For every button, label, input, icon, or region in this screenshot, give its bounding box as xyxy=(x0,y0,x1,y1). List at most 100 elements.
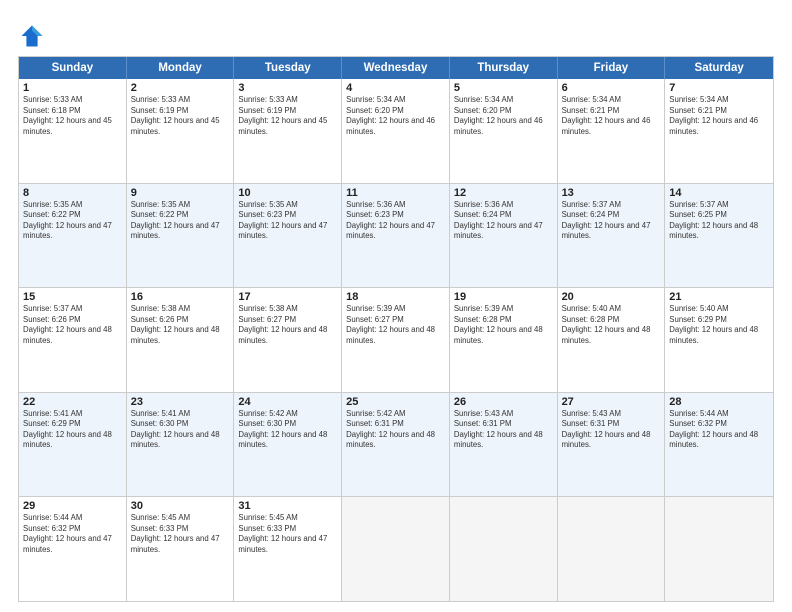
cell-text: Sunrise: 5:34 AM Sunset: 6:21 PM Dayligh… xyxy=(562,95,661,137)
day-number: 10 xyxy=(238,187,337,199)
day-number: 9 xyxy=(131,187,230,199)
day-number: 25 xyxy=(346,396,445,408)
day-number: 24 xyxy=(238,396,337,408)
cell-text: Sunrise: 5:41 AM Sunset: 6:29 PM Dayligh… xyxy=(23,409,122,451)
calendar-cell: 6 Sunrise: 5:34 AM Sunset: 6:21 PM Dayli… xyxy=(558,79,666,183)
calendar-body: 1 Sunrise: 5:33 AM Sunset: 6:18 PM Dayli… xyxy=(19,79,773,601)
header xyxy=(18,18,774,50)
day-number: 11 xyxy=(346,187,445,199)
day-number: 5 xyxy=(454,82,553,94)
calendar-cell: 22 Sunrise: 5:41 AM Sunset: 6:29 PM Dayl… xyxy=(19,393,127,497)
day-number: 22 xyxy=(23,396,122,408)
calendar-row-2: 15 Sunrise: 5:37 AM Sunset: 6:26 PM Dayl… xyxy=(19,287,773,392)
cell-text: Sunrise: 5:36 AM Sunset: 6:23 PM Dayligh… xyxy=(346,200,445,242)
calendar-cell: 18 Sunrise: 5:39 AM Sunset: 6:27 PM Dayl… xyxy=(342,288,450,392)
header-day-monday: Monday xyxy=(127,57,235,79)
cell-text: Sunrise: 5:38 AM Sunset: 6:27 PM Dayligh… xyxy=(238,304,337,346)
day-number: 27 xyxy=(562,396,661,408)
day-number: 21 xyxy=(669,291,769,303)
cell-text: Sunrise: 5:35 AM Sunset: 6:22 PM Dayligh… xyxy=(23,200,122,242)
calendar-cell: 4 Sunrise: 5:34 AM Sunset: 6:20 PM Dayli… xyxy=(342,79,450,183)
calendar-cell: 3 Sunrise: 5:33 AM Sunset: 6:19 PM Dayli… xyxy=(234,79,342,183)
cell-text: Sunrise: 5:33 AM Sunset: 6:18 PM Dayligh… xyxy=(23,95,122,137)
calendar-cell: 19 Sunrise: 5:39 AM Sunset: 6:28 PM Dayl… xyxy=(450,288,558,392)
day-number: 4 xyxy=(346,82,445,94)
calendar-cell: 17 Sunrise: 5:38 AM Sunset: 6:27 PM Dayl… xyxy=(234,288,342,392)
day-number: 13 xyxy=(562,187,661,199)
header-day-saturday: Saturday xyxy=(665,57,773,79)
day-number: 3 xyxy=(238,82,337,94)
day-number: 6 xyxy=(562,82,661,94)
calendar-cell: 7 Sunrise: 5:34 AM Sunset: 6:21 PM Dayli… xyxy=(665,79,773,183)
calendar-cell: 23 Sunrise: 5:41 AM Sunset: 6:30 PM Dayl… xyxy=(127,393,235,497)
calendar-row-3: 22 Sunrise: 5:41 AM Sunset: 6:29 PM Dayl… xyxy=(19,392,773,497)
day-number: 14 xyxy=(669,187,769,199)
header-day-tuesday: Tuesday xyxy=(234,57,342,79)
cell-text: Sunrise: 5:34 AM Sunset: 6:20 PM Dayligh… xyxy=(454,95,553,137)
day-number: 17 xyxy=(238,291,337,303)
day-number: 2 xyxy=(131,82,230,94)
cell-text: Sunrise: 5:35 AM Sunset: 6:23 PM Dayligh… xyxy=(238,200,337,242)
cell-text: Sunrise: 5:33 AM Sunset: 6:19 PM Dayligh… xyxy=(238,95,337,137)
day-number: 20 xyxy=(562,291,661,303)
calendar-cell xyxy=(342,497,450,601)
calendar-cell xyxy=(665,497,773,601)
cell-text: Sunrise: 5:43 AM Sunset: 6:31 PM Dayligh… xyxy=(454,409,553,451)
cell-text: Sunrise: 5:40 AM Sunset: 6:29 PM Dayligh… xyxy=(669,304,769,346)
calendar-cell: 14 Sunrise: 5:37 AM Sunset: 6:25 PM Dayl… xyxy=(665,184,773,288)
calendar-cell xyxy=(558,497,666,601)
calendar-cell: 11 Sunrise: 5:36 AM Sunset: 6:23 PM Dayl… xyxy=(342,184,450,288)
calendar-cell: 10 Sunrise: 5:35 AM Sunset: 6:23 PM Dayl… xyxy=(234,184,342,288)
page: SundayMondayTuesdayWednesdayThursdayFrid… xyxy=(0,0,792,612)
day-number: 8 xyxy=(23,187,122,199)
day-number: 28 xyxy=(669,396,769,408)
calendar-cell: 13 Sunrise: 5:37 AM Sunset: 6:24 PM Dayl… xyxy=(558,184,666,288)
calendar-cell: 16 Sunrise: 5:38 AM Sunset: 6:26 PM Dayl… xyxy=(127,288,235,392)
cell-text: Sunrise: 5:43 AM Sunset: 6:31 PM Dayligh… xyxy=(562,409,661,451)
header-day-sunday: Sunday xyxy=(19,57,127,79)
calendar: SundayMondayTuesdayWednesdayThursdayFrid… xyxy=(18,56,774,602)
cell-text: Sunrise: 5:39 AM Sunset: 6:28 PM Dayligh… xyxy=(454,304,553,346)
calendar-cell: 30 Sunrise: 5:45 AM Sunset: 6:33 PM Dayl… xyxy=(127,497,235,601)
calendar-cell: 15 Sunrise: 5:37 AM Sunset: 6:26 PM Dayl… xyxy=(19,288,127,392)
calendar-cell: 24 Sunrise: 5:42 AM Sunset: 6:30 PM Dayl… xyxy=(234,393,342,497)
cell-text: Sunrise: 5:45 AM Sunset: 6:33 PM Dayligh… xyxy=(131,513,230,555)
calendar-cell: 29 Sunrise: 5:44 AM Sunset: 6:32 PM Dayl… xyxy=(19,497,127,601)
day-number: 15 xyxy=(23,291,122,303)
calendar-row-1: 8 Sunrise: 5:35 AM Sunset: 6:22 PM Dayli… xyxy=(19,183,773,288)
cell-text: Sunrise: 5:42 AM Sunset: 6:30 PM Dayligh… xyxy=(238,409,337,451)
calendar-cell xyxy=(450,497,558,601)
cell-text: Sunrise: 5:42 AM Sunset: 6:31 PM Dayligh… xyxy=(346,409,445,451)
cell-text: Sunrise: 5:37 AM Sunset: 6:25 PM Dayligh… xyxy=(669,200,769,242)
calendar-cell: 1 Sunrise: 5:33 AM Sunset: 6:18 PM Dayli… xyxy=(19,79,127,183)
logo xyxy=(18,22,48,50)
cell-text: Sunrise: 5:33 AM Sunset: 6:19 PM Dayligh… xyxy=(131,95,230,137)
cell-text: Sunrise: 5:37 AM Sunset: 6:24 PM Dayligh… xyxy=(562,200,661,242)
day-number: 26 xyxy=(454,396,553,408)
cell-text: Sunrise: 5:39 AM Sunset: 6:27 PM Dayligh… xyxy=(346,304,445,346)
calendar-row-4: 29 Sunrise: 5:44 AM Sunset: 6:32 PM Dayl… xyxy=(19,496,773,601)
header-day-wednesday: Wednesday xyxy=(342,57,450,79)
calendar-cell: 5 Sunrise: 5:34 AM Sunset: 6:20 PM Dayli… xyxy=(450,79,558,183)
header-day-friday: Friday xyxy=(558,57,666,79)
day-number: 18 xyxy=(346,291,445,303)
calendar-cell: 9 Sunrise: 5:35 AM Sunset: 6:22 PM Dayli… xyxy=(127,184,235,288)
cell-text: Sunrise: 5:35 AM Sunset: 6:22 PM Dayligh… xyxy=(131,200,230,242)
day-number: 31 xyxy=(238,500,337,512)
day-number: 23 xyxy=(131,396,230,408)
cell-text: Sunrise: 5:37 AM Sunset: 6:26 PM Dayligh… xyxy=(23,304,122,346)
day-number: 7 xyxy=(669,82,769,94)
calendar-cell: 21 Sunrise: 5:40 AM Sunset: 6:29 PM Dayl… xyxy=(665,288,773,392)
calendar-header: SundayMondayTuesdayWednesdayThursdayFrid… xyxy=(19,57,773,79)
logo-icon xyxy=(18,22,46,50)
day-number: 30 xyxy=(131,500,230,512)
day-number: 19 xyxy=(454,291,553,303)
calendar-cell: 28 Sunrise: 5:44 AM Sunset: 6:32 PM Dayl… xyxy=(665,393,773,497)
cell-text: Sunrise: 5:38 AM Sunset: 6:26 PM Dayligh… xyxy=(131,304,230,346)
calendar-cell: 31 Sunrise: 5:45 AM Sunset: 6:33 PM Dayl… xyxy=(234,497,342,601)
calendar-cell: 26 Sunrise: 5:43 AM Sunset: 6:31 PM Dayl… xyxy=(450,393,558,497)
calendar-cell: 2 Sunrise: 5:33 AM Sunset: 6:19 PM Dayli… xyxy=(127,79,235,183)
day-number: 12 xyxy=(454,187,553,199)
header-day-thursday: Thursday xyxy=(450,57,558,79)
calendar-cell: 20 Sunrise: 5:40 AM Sunset: 6:28 PM Dayl… xyxy=(558,288,666,392)
